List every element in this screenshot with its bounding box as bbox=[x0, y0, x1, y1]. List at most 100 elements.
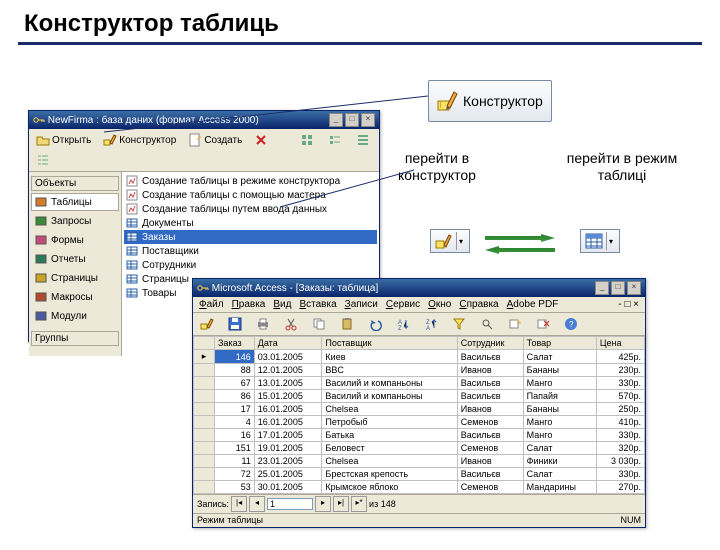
maximize-button[interactable]: □ bbox=[611, 281, 625, 295]
row-selector[interactable]: ▸ bbox=[194, 350, 215, 364]
cell[interactable]: 25.01.2005 bbox=[254, 468, 322, 481]
nav-item-Модули[interactable]: Модули bbox=[31, 307, 119, 325]
column-header[interactable]: Поставщик bbox=[322, 337, 457, 350]
cell[interactable]: Папайя bbox=[523, 390, 596, 403]
mdi-window-buttons[interactable]: - □ × bbox=[618, 299, 639, 310]
menu-Вид[interactable]: Вид bbox=[273, 299, 291, 310]
cell[interactable]: 30.01.2005 bbox=[254, 481, 322, 494]
first-record-button[interactable]: |◂ bbox=[231, 496, 247, 512]
cell[interactable]: 67 bbox=[215, 377, 255, 390]
next-record-button[interactable]: ▸ bbox=[315, 496, 331, 512]
cell[interactable]: Батька bbox=[322, 429, 457, 442]
row-selector[interactable] bbox=[194, 429, 215, 442]
table-row[interactable]: 5330.01.2005Крымское яблокоСеменовМандар… bbox=[194, 481, 645, 494]
column-header[interactable]: Сотрудник bbox=[457, 337, 523, 350]
row-selector[interactable] bbox=[194, 403, 215, 416]
cell[interactable]: 23.01.2005 bbox=[254, 455, 322, 468]
cell[interactable]: Василий и компаньоны bbox=[322, 390, 457, 403]
cell[interactable]: 03.01.2005 bbox=[254, 350, 322, 364]
datasheet-grid[interactable]: ЗаказДатаПоставщикСотрудникТоварЦена▸146… bbox=[193, 336, 645, 494]
cell[interactable]: Иванов bbox=[457, 455, 523, 468]
list-item[interactable]: Сотрудники bbox=[124, 258, 377, 272]
select-all-corner[interactable] bbox=[194, 337, 215, 350]
nav-item-Макросы[interactable]: Макросы bbox=[31, 288, 119, 306]
cell[interactable]: 15.01.2005 bbox=[254, 390, 322, 403]
cell[interactable]: 151 bbox=[215, 442, 255, 455]
nav-item-Отчеты[interactable]: Отчеты bbox=[31, 250, 119, 268]
table-row[interactable]: 8615.01.2005Василий и компаньоныВасильєв… bbox=[194, 390, 645, 403]
new-record-button[interactable] bbox=[503, 315, 529, 333]
menu-Правка[interactable]: Правка bbox=[232, 299, 266, 310]
row-selector[interactable] bbox=[194, 455, 215, 468]
list-item[interactable]: Создание таблицы путем ввода данных bbox=[124, 202, 377, 216]
close-button[interactable]: × bbox=[627, 281, 641, 295]
cell[interactable]: 11 bbox=[215, 455, 255, 468]
dropdown-arrow-icon[interactable]: ▾ bbox=[606, 232, 615, 250]
menu-Справка[interactable]: Справка bbox=[459, 299, 498, 310]
view-large-icons[interactable] bbox=[295, 131, 321, 149]
table-row[interactable]: 1716.01.2005ChelseaИвановБананы250р. bbox=[194, 403, 645, 416]
sort-asc-button[interactable]: AZ bbox=[391, 315, 417, 333]
cell[interactable]: 570р. bbox=[596, 390, 644, 403]
maximize-button[interactable]: □ bbox=[345, 113, 359, 127]
cell[interactable]: 17.01.2005 bbox=[254, 429, 322, 442]
list-item[interactable]: Создание таблицы в режиме конструктора bbox=[124, 174, 377, 188]
close-button[interactable]: × bbox=[361, 113, 375, 127]
row-selector[interactable] bbox=[194, 364, 215, 377]
cell[interactable]: 250р. bbox=[596, 403, 644, 416]
save-button[interactable] bbox=[223, 315, 249, 333]
table-row[interactable]: 15119.01.2005БеловестСеменовСалат320р. bbox=[194, 442, 645, 455]
cell[interactable]: 86 bbox=[215, 390, 255, 403]
cell[interactable]: Семенов bbox=[457, 481, 523, 494]
menu-Сервис[interactable]: Сервис bbox=[386, 299, 420, 310]
last-record-button[interactable]: ▸| bbox=[333, 496, 349, 512]
view-list[interactable] bbox=[351, 131, 377, 149]
filter-button[interactable] bbox=[447, 315, 473, 333]
cell[interactable]: Беловест bbox=[322, 442, 457, 455]
view-small-icons[interactable] bbox=[323, 131, 349, 149]
db-delete-button[interactable] bbox=[249, 131, 275, 149]
cell[interactable]: Киев bbox=[322, 350, 457, 364]
cell[interactable]: Манго bbox=[523, 416, 596, 429]
cell[interactable]: 17 bbox=[215, 403, 255, 416]
nav-item-Формы[interactable]: Формы bbox=[31, 231, 119, 249]
cell[interactable]: Васильєв bbox=[457, 377, 523, 390]
cell[interactable]: 19.01.2005 bbox=[254, 442, 322, 455]
delete-record-button[interactable] bbox=[531, 315, 557, 333]
cell[interactable]: 230р. bbox=[596, 364, 644, 377]
paste-button[interactable] bbox=[335, 315, 361, 333]
column-header[interactable]: Дата bbox=[254, 337, 322, 350]
dropdown-arrow-icon[interactable]: ▾ bbox=[456, 232, 465, 250]
undo-button[interactable] bbox=[363, 315, 389, 333]
cell[interactable]: Chelsea bbox=[322, 403, 457, 416]
cell[interactable]: 146 bbox=[215, 350, 255, 364]
cell[interactable]: Семенов bbox=[457, 442, 523, 455]
menu-Окно[interactable]: Окно bbox=[428, 299, 451, 310]
copy-button[interactable] bbox=[307, 315, 333, 333]
cell[interactable]: Крымское яблоко bbox=[322, 481, 457, 494]
cell[interactable]: 270р. bbox=[596, 481, 644, 494]
cell[interactable]: 330р. bbox=[596, 429, 644, 442]
prev-record-button[interactable]: ◂ bbox=[249, 496, 265, 512]
design-view-big-button[interactable]: Конструктор bbox=[428, 80, 552, 122]
nav-item-Запросы[interactable]: Запросы bbox=[31, 212, 119, 230]
db-design-button[interactable]: Конструктор bbox=[98, 131, 181, 149]
column-header[interactable]: Товар bbox=[523, 337, 596, 350]
cell[interactable]: Петробыб bbox=[322, 416, 457, 429]
cell[interactable]: Василий и компаньоны bbox=[322, 377, 457, 390]
row-selector[interactable] bbox=[194, 377, 215, 390]
cell[interactable]: 88 bbox=[215, 364, 255, 377]
cell[interactable]: 320р. bbox=[596, 442, 644, 455]
list-item[interactable]: Заказы bbox=[124, 230, 377, 244]
list-item[interactable]: Создание таблицы с помощью мастера bbox=[124, 188, 377, 202]
cell[interactable]: 16 bbox=[215, 429, 255, 442]
cell[interactable]: Салат bbox=[523, 350, 596, 364]
cell[interactable]: Брестская крепость bbox=[322, 468, 457, 481]
minimize-button[interactable]: _ bbox=[329, 113, 343, 127]
table-row[interactable]: 6713.01.2005Василий и компаньоныВасильєв… bbox=[194, 377, 645, 390]
cell[interactable]: Манго bbox=[523, 429, 596, 442]
cell[interactable]: 12.01.2005 bbox=[254, 364, 322, 377]
nav-item-Таблицы[interactable]: Таблицы bbox=[31, 193, 119, 211]
menu-Adobe PDF[interactable]: Adobe PDF bbox=[507, 299, 559, 310]
datasheet-view-small-button[interactable]: ▾ bbox=[580, 229, 620, 253]
